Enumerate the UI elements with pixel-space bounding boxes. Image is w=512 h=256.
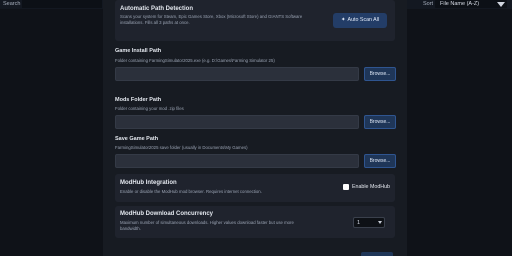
save-game-desc: FarmingSimulator2025 save folder (usuall… <box>115 145 248 150</box>
sort-select[interactable]: File Name (A-Z) <box>435 0 507 8</box>
mods-folder-desc: Folder containing your mod .zip files <box>115 106 184 111</box>
auto-scan-all-button[interactable]: ✦ Auto Scan All <box>333 13 387 28</box>
settings-dialog: Automatic Path Detection Scans your syst… <box>103 0 407 256</box>
game-install-desc: Folder containing FarmingSimulator2025.e… <box>115 58 275 63</box>
background-right <box>407 9 512 256</box>
sort-select-value: File Name (A-Z) <box>440 1 480 7</box>
mods-folder-browse-button[interactable]: Browse... <box>364 115 396 129</box>
magic-wand-icon: ✦ <box>340 17 346 23</box>
modhub-concurrency-desc-line2: bandwidth. <box>120 225 141 231</box>
game-install-title: Game Install Path <box>115 48 162 54</box>
modhub-integration-title: ModHub Integration <box>120 180 177 186</box>
save-game-title: Save Game Path <box>115 136 159 142</box>
background-left <box>0 9 103 256</box>
concurrency-select-value: 1 <box>357 220 361 226</box>
game-install-browse-button[interactable]: Browse... <box>364 67 396 81</box>
modhub-integration-card: ModHub Integration Enable or disable the… <box>115 174 395 202</box>
auto-detect-card: Automatic Path Detection Scans your syst… <box>115 0 395 41</box>
concurrency-select[interactable]: 1 <box>353 217 385 228</box>
mods-folder-path-input[interactable] <box>115 115 359 129</box>
enable-modhub-label: Enable ModHub <box>352 184 390 190</box>
save-settings-button[interactable] <box>361 252 393 256</box>
save-game-path-input[interactable] <box>115 154 359 168</box>
chevron-down-icon <box>497 2 505 7</box>
modhub-concurrency-title: ModHub Download Concurrency <box>120 211 213 217</box>
search-label: Search <box>3 1 21 7</box>
sort-label: Sort <box>423 1 434 7</box>
modhub-concurrency-desc-line1: Maximum number of simultaneous downloads… <box>120 220 294 225</box>
modhub-concurrency-card: ModHub Download Concurrency Maximum numb… <box>115 206 395 238</box>
game-install-path-input[interactable] <box>115 67 359 81</box>
enable-modhub-checkbox[interactable] <box>343 184 349 190</box>
auto-detect-desc-line2: installations. Fills all 3 paths at once… <box>120 19 190 25</box>
chevron-down-icon <box>378 221 382 224</box>
auto-detect-title: Automatic Path Detection <box>120 6 194 12</box>
save-game-browse-button[interactable]: Browse... <box>364 154 396 168</box>
search-input[interactable] <box>22 0 102 8</box>
mods-folder-title: Mods Folder Path <box>115 97 162 103</box>
auto-scan-all-label: Auto Scan All <box>347 17 380 23</box>
modhub-integration-desc: Enable or disable the ModHub mod browser… <box>120 189 262 194</box>
